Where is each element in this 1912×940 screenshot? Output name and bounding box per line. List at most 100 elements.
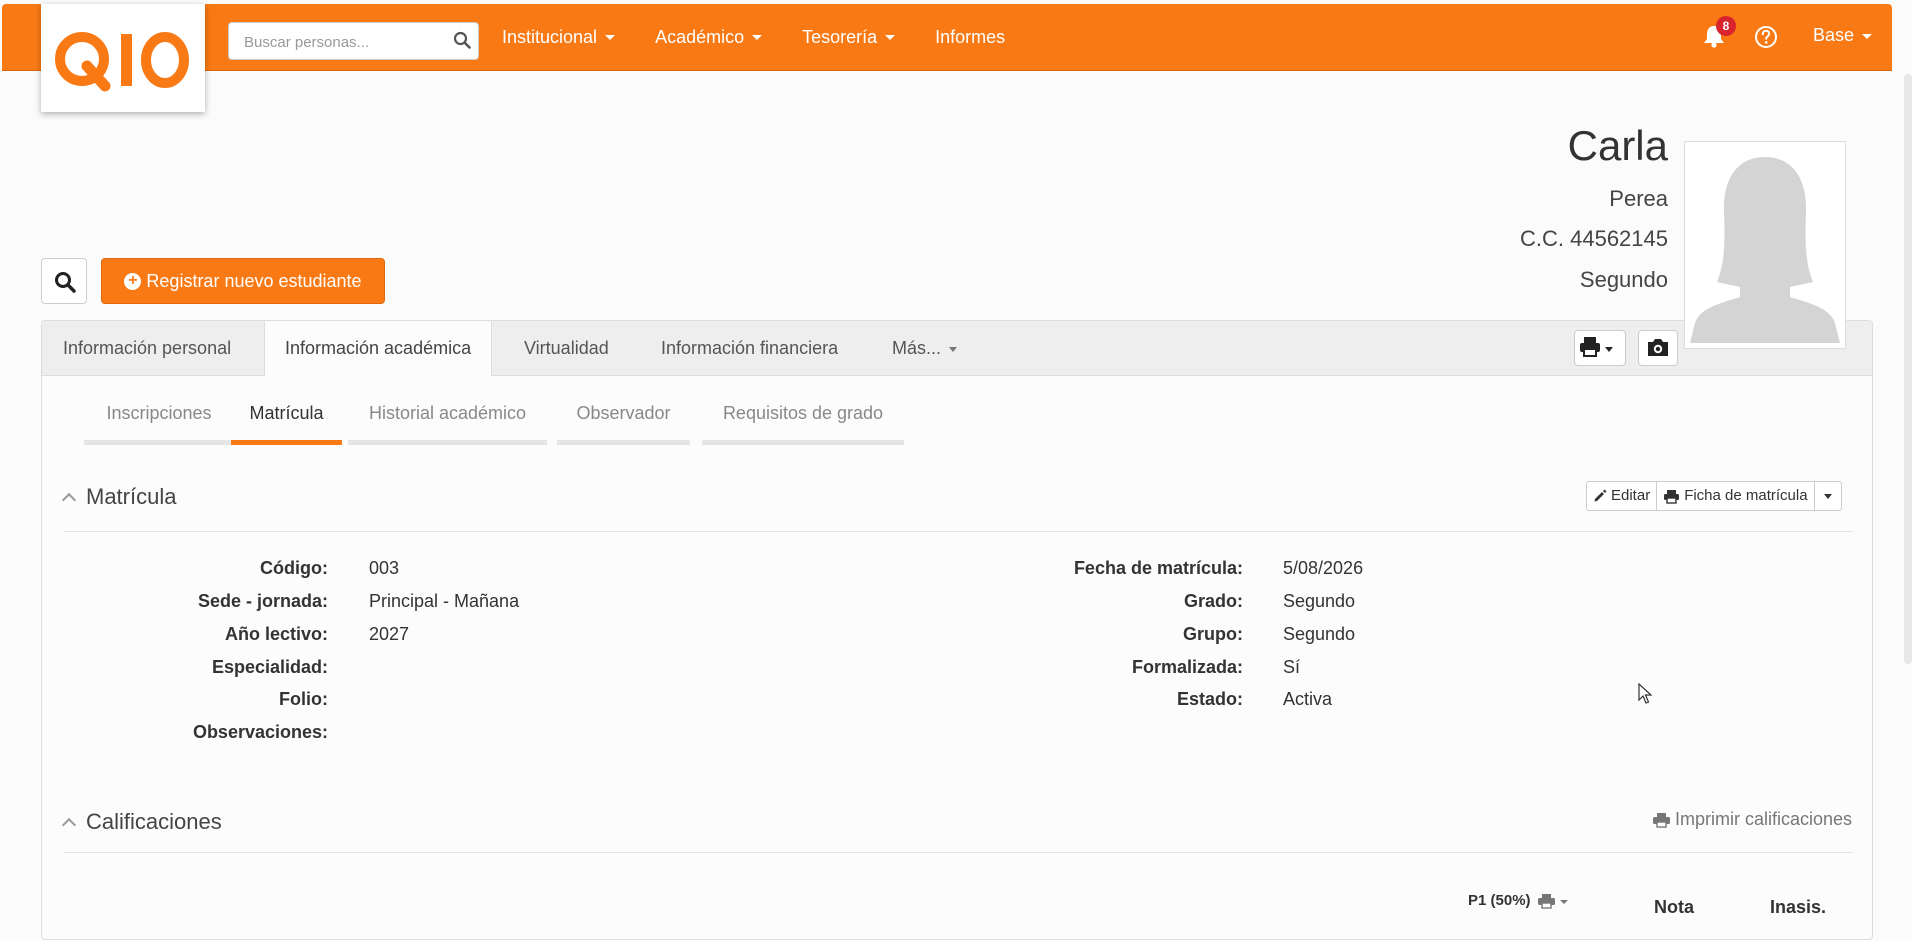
main-nav: Institucional Académico Tesorería Inform…	[502, 4, 1045, 70]
matricula-section-header[interactable]: Matrícula	[61, 484, 177, 510]
nav-tesoreria-label: Tesorería	[802, 26, 878, 47]
field-especialidad-label: Especialidad:	[211, 657, 328, 677]
q10-logo[interactable]	[41, 4, 205, 112]
subtab-underline	[348, 440, 547, 445]
field-folio-label: Folio:	[279, 689, 328, 709]
subtab-inscripciones[interactable]: Inscripciones	[84, 403, 234, 445]
search-box[interactable]	[228, 22, 479, 61]
main-tabs: Información personal Información académi…	[42, 321, 1872, 376]
calificaciones-section-header[interactable]: Calificaciones	[61, 809, 222, 835]
search-student-button[interactable]	[41, 258, 87, 304]
subtab-observador[interactable]: Observador	[557, 403, 690, 445]
subtab-requisitos-label: Requisitos de grado	[722, 403, 884, 423]
subtab-underline-active	[231, 440, 342, 445]
camera-button[interactable]	[1638, 330, 1678, 366]
student-first-name: Carla	[1567, 122, 1668, 169]
page-scrollbar[interactable]	[1904, 74, 1912, 664]
mouse-cursor-icon	[1638, 683, 1652, 704]
nav-institucional-label: Institucional	[502, 26, 598, 47]
print-grades-link[interactable]: Imprimir calificaciones	[1652, 809, 1852, 830]
caret-down-icon	[1823, 493, 1832, 499]
field-sede-value: Principal - Mañana	[369, 591, 520, 611]
ficha-dropdown-toggle[interactable]	[1813, 482, 1841, 510]
field-estado-label: Estado:	[1176, 689, 1243, 709]
tab-virtualidad[interactable]: Virtualidad	[524, 321, 609, 375]
subtab-observador-label: Observador	[576, 403, 671, 423]
camera-icon	[1648, 339, 1668, 356]
period-label: P1 (50%)	[1468, 892, 1531, 909]
field-codigo-value: 003	[369, 558, 400, 578]
field-grado-value: Segundo	[1283, 591, 1356, 611]
student-panel: Información personal Información académi…	[41, 320, 1873, 940]
field-sede-label: Sede - jornada:	[197, 591, 328, 611]
chevron-up-icon	[61, 817, 77, 833]
tab-informacion-personal[interactable]: Información personal	[63, 321, 231, 375]
caret-down-icon	[885, 35, 896, 41]
field-fecha-label: Fecha de matrícula:	[1073, 558, 1243, 578]
register-student-button[interactable]: + Registrar nuevo estudiante	[101, 258, 385, 304]
subtab-historial-academico[interactable]: Historial académico	[348, 403, 547, 445]
base-menu[interactable]: Base	[1813, 25, 1873, 46]
caret-down-icon	[949, 346, 958, 352]
matricula-title: Matrícula	[86, 484, 177, 509]
field-observaciones-label: Observaciones:	[192, 722, 328, 742]
field-grupo-value: Segundo	[1283, 624, 1356, 644]
print-grades-label: Imprimir calificaciones	[1674, 809, 1852, 829]
nav-tesoreria[interactable]: Tesorería	[802, 26, 896, 48]
notification-badge: 8	[1716, 16, 1736, 36]
caret-down-icon	[752, 35, 763, 41]
nav-institucional[interactable]: Institucional	[502, 26, 616, 48]
chevron-up-icon	[61, 492, 77, 508]
register-student-label: Registrar nuevo estudiante	[146, 270, 362, 291]
student-id-document: C.C. 44562145	[1520, 226, 1668, 251]
column-nota: Nota	[1654, 897, 1694, 917]
field-ano-label: Año lectivo:	[224, 624, 328, 644]
subtab-requisitos-grado[interactable]: Requisitos de grado	[702, 403, 904, 445]
nav-academico-label: Académico	[655, 26, 745, 47]
matricula-actions: Editar Ficha de matrícula	[1586, 481, 1842, 511]
search-icon	[55, 272, 76, 293]
column-inasistencias: Inasis.	[1770, 897, 1827, 917]
edit-label: Editar	[1611, 487, 1651, 504]
pencil-icon	[1594, 489, 1607, 502]
tab-informacion-financiera[interactable]: Información financiera	[661, 321, 838, 375]
subtab-underline	[84, 440, 234, 445]
student-grade: Segundo	[1579, 267, 1668, 292]
subtab-matricula[interactable]: Matrícula	[231, 403, 342, 445]
subtab-underline	[557, 440, 690, 445]
student-last-name: Perea	[1609, 186, 1668, 211]
ficha-matricula-label: Ficha de matrícula	[1684, 487, 1808, 504]
caret-down-icon	[1862, 33, 1873, 39]
base-menu-label: Base	[1813, 25, 1855, 45]
section-divider	[63, 531, 1853, 532]
ficha-matricula-button[interactable]: Ficha de matrícula	[1656, 482, 1813, 510]
tab-informacion-academica[interactable]: Información académica	[264, 321, 493, 376]
avatar-placeholder-icon	[1690, 147, 1840, 343]
search-input[interactable]	[242, 23, 446, 61]
printer-icon	[1580, 337, 1613, 357]
tab-mas-label: Más...	[892, 338, 942, 358]
printer-icon	[1652, 812, 1670, 828]
edit-button[interactable]: Editar	[1587, 482, 1656, 510]
period-p1-header[interactable]: P1 (50%)	[1468, 892, 1571, 909]
search-icon[interactable]	[453, 31, 471, 54]
section-divider	[63, 852, 1853, 853]
field-grado-label: Grado:	[1183, 591, 1243, 611]
nav-informes[interactable]: Informes	[935, 27, 1005, 48]
caret-down-icon	[605, 35, 616, 41]
subtab-underline	[702, 440, 904, 445]
help-icon[interactable]	[1754, 25, 1778, 54]
printer-icon	[1664, 489, 1680, 504]
field-formalizada-value: Sí	[1283, 657, 1301, 677]
print-dropdown-button[interactable]	[1574, 330, 1626, 366]
subtab-inscripciones-label: Inscripciones	[106, 403, 212, 423]
student-photo[interactable]	[1684, 141, 1846, 349]
field-estado-value: Activa	[1283, 689, 1333, 709]
top-navbar: Institucional Académico Tesorería Inform…	[2, 4, 1892, 71]
field-ano-value: 2027	[369, 624, 410, 644]
nav-academico[interactable]: Académico	[655, 26, 763, 48]
printer-dropdown-icon	[1537, 893, 1568, 909]
nav-informes-label: Informes	[935, 26, 1006, 47]
field-codigo-label: Código:	[260, 558, 328, 578]
tab-mas[interactable]: Más...	[892, 321, 958, 375]
